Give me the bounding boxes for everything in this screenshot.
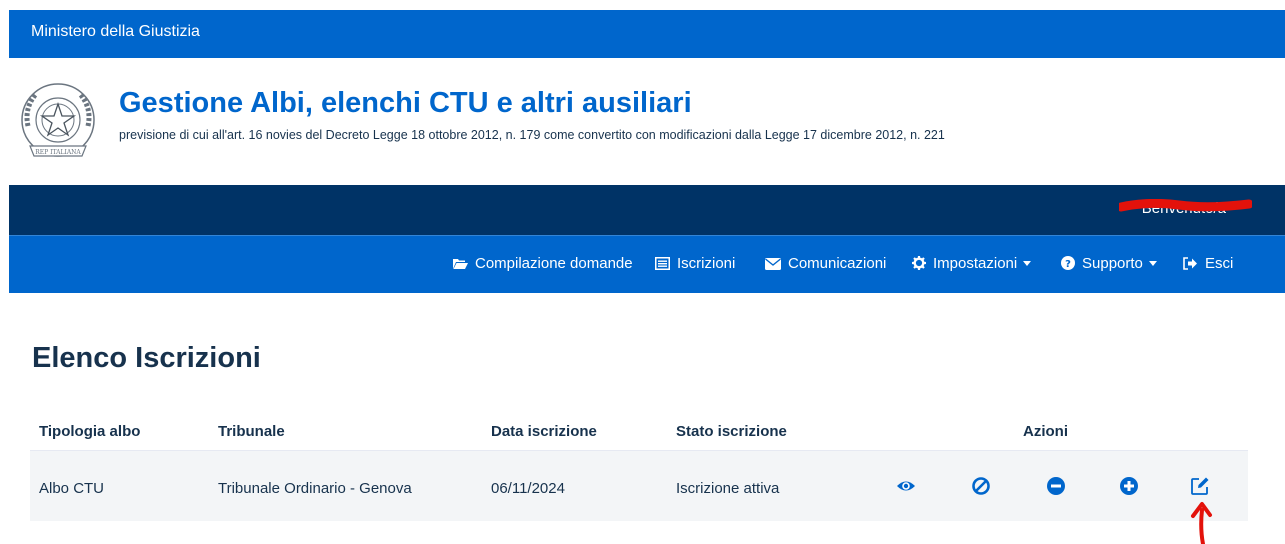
- site-header: REP ITALIANA Gestione Albi, elenchi CTU …: [9, 58, 1285, 185]
- svg-text:REP ITALIANA: REP ITALIANA: [35, 149, 81, 156]
- col-data-iscrizione: Data iscrizione: [491, 423, 597, 440]
- nav-esci-label: Esci: [1205, 255, 1234, 272]
- annotation-arrow: [1191, 502, 1212, 544]
- app-subtitle: previsione di cui all'art. 16 novies del…: [119, 128, 945, 142]
- folder-open-icon: [453, 259, 468, 269]
- nav-esci[interactable]: Esci: [1183, 255, 1233, 272]
- republic-emblem-icon: REP ITALIANA: [21, 83, 95, 157]
- table-header: Tipologia albo Tribunale Data iscrizione…: [30, 415, 1248, 451]
- cell-tipologia-albo: Albo CTU: [39, 480, 105, 497]
- nav-comunicazioni-label: Comunicazioni: [788, 255, 887, 272]
- ban-icon[interactable]: [971, 476, 991, 496]
- nav-iscrizioni[interactable]: Iscrizioni: [655, 255, 735, 272]
- col-tribunale: Tribunale: [218, 423, 285, 440]
- nav-supporto-label: Supporto: [1082, 255, 1143, 272]
- chevron-down-icon: [1023, 261, 1032, 266]
- redaction-mark: [1119, 199, 1252, 212]
- ministry-bar: Ministero della Giustizia: [9, 10, 1285, 58]
- col-tipologia-albo: Tipologia albo: [39, 423, 141, 440]
- ministry-title[interactable]: Ministero della Giustizia: [31, 23, 200, 41]
- cell-data-iscrizione: 06/11/2024: [491, 480, 565, 497]
- main-nav: Compilazione domande Iscrizioni Comunica…: [9, 235, 1285, 293]
- gear-icon: [912, 256, 926, 270]
- nav-compilazione-label: Compilazione domande: [475, 255, 633, 272]
- cell-tribunale: Tribunale Ordinario - Genova: [218, 480, 412, 497]
- plus-circle-icon[interactable]: [1119, 476, 1139, 496]
- nav-impostazioni[interactable]: Impostazioni: [912, 255, 1032, 272]
- eye-icon[interactable]: [896, 476, 916, 496]
- col-azioni: Azioni: [1023, 423, 1068, 440]
- table-row: Albo CTU Tribunale Ordinario - Genova 06…: [30, 451, 1248, 521]
- nav-compilazione-domande[interactable]: Compilazione domande: [453, 255, 633, 272]
- page-title: Elenco Iscrizioni: [32, 342, 261, 374]
- user-bar: Benvenuto/a: [9, 185, 1285, 235]
- svg-text:?: ?: [1065, 259, 1071, 270]
- sign-out-icon: [1183, 257, 1197, 270]
- question-circle-icon: ?: [1061, 256, 1075, 270]
- edit-icon[interactable]: [1190, 476, 1210, 496]
- nav-iscrizioni-label: Iscrizioni: [677, 255, 736, 272]
- nav-supporto[interactable]: ? Supporto: [1061, 255, 1157, 272]
- chevron-down-icon: [1148, 261, 1157, 266]
- app-title: Gestione Albi, elenchi CTU e altri ausil…: [119, 87, 692, 119]
- envelope-icon: [765, 258, 781, 270]
- list-alt-icon: [655, 257, 670, 270]
- col-stato-iscrizione: Stato iscrizione: [676, 423, 787, 440]
- nav-impostazioni-label: Impostazioni: [933, 255, 1018, 272]
- minus-circle-icon[interactable]: [1046, 476, 1066, 496]
- cell-stato-iscrizione: Iscrizione attiva: [676, 480, 780, 497]
- nav-comunicazioni[interactable]: Comunicazioni: [765, 255, 886, 272]
